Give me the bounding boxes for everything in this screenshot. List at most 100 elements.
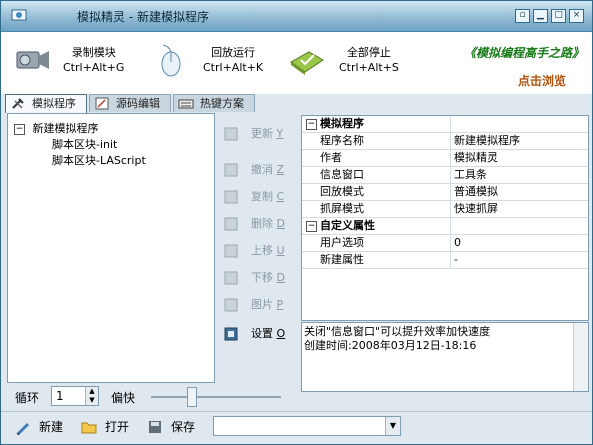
property-key: 新建属性: [320, 252, 451, 268]
record-button[interactable]: 录制模块 Ctrl+Alt+G: [11, 42, 124, 78]
copy-button[interactable]: 复制 C: [221, 188, 295, 206]
stop-shortcut: Ctrl+Alt+S: [339, 61, 399, 74]
info-scrollbar[interactable]: [573, 323, 588, 391]
delete-icon: [224, 217, 238, 231]
image-button[interactable]: 图片 P: [221, 296, 295, 314]
info-line: 创建时间:2008年03月12日-18:16: [304, 339, 477, 352]
script-tree[interactable]: − 新建模拟程序 脚本区块-init 脚本区块-LAScript: [7, 113, 215, 383]
stop-all-button[interactable]: 全部停止 Ctrl+Alt+S: [287, 42, 399, 78]
property-value[interactable]: 普通模拟: [454, 184, 498, 200]
property-key: 回放模式: [320, 184, 451, 200]
property-row[interactable]: 回放模式 普通模拟: [302, 184, 588, 201]
app-icon: [11, 9, 27, 21]
move-up-label: 上移: [251, 244, 273, 257]
property-category[interactable]: − 模拟程序: [302, 116, 588, 133]
move-down-button[interactable]: 下移 D: [221, 269, 295, 287]
update-icon: [224, 127, 238, 141]
property-category[interactable]: − 自定义属性: [302, 218, 588, 235]
tree-root[interactable]: − 新建模拟程序: [14, 120, 99, 136]
tab-source-edit[interactable]: 源码编辑: [89, 94, 171, 112]
new-button[interactable]: 新建: [15, 418, 63, 435]
property-value[interactable]: 0: [454, 235, 461, 251]
property-value[interactable]: -: [454, 252, 458, 268]
property-row[interactable]: 新建属性 -: [302, 252, 588, 269]
folder-icon: [81, 422, 97, 433]
loop-count-stepper[interactable]: 1 ▲ ▼: [51, 386, 99, 406]
save-icon: [149, 420, 161, 433]
property-value[interactable]: 快速抓屏: [454, 201, 498, 217]
spinner-icon[interactable]: ▲ ▼: [85, 387, 98, 405]
undo-hotkey: Z: [276, 163, 285, 176]
image-hotkey: P: [276, 298, 284, 311]
tree-item-label: 脚本区块-init: [52, 138, 118, 151]
property-row[interactable]: 信息窗口 工具条: [302, 167, 588, 184]
maximize-button[interactable]: □: [551, 9, 566, 23]
collapse-icon[interactable]: −: [14, 123, 25, 135]
new-label: 新建: [39, 420, 64, 434]
property-row[interactable]: 作者 模拟精灵: [302, 150, 588, 167]
save-button[interactable]: 保存: [147, 418, 195, 435]
undo-button[interactable]: 撤消 Z: [221, 161, 295, 179]
keyboard-icon: [178, 99, 194, 109]
close-button[interactable]: ×: [569, 9, 584, 23]
banner-title: 《模拟编程高手之路》: [463, 46, 584, 60]
move-up-button[interactable]: 上移 U: [221, 242, 295, 260]
property-value[interactable]: 新建模拟程序: [454, 133, 520, 149]
update-button[interactable]: 更新 Y: [221, 125, 295, 143]
move-up-hotkey: U: [276, 244, 285, 257]
property-row[interactable]: 程序名称 新建模拟程序: [302, 133, 588, 150]
speed-slider[interactable]: [151, 396, 281, 398]
settings-hotkey: O: [276, 327, 286, 340]
property-key: 信息窗口: [320, 167, 451, 183]
record-label: 录制模块: [71, 46, 116, 59]
promo-banner[interactable]: 《模拟编程高手之路》 点击浏览: [434, 42, 584, 92]
title-bar[interactable]: 模拟精灵 - 新建模拟程序 ▫ ▁ □ ×: [1, 1, 592, 32]
save-label: 保存: [171, 420, 196, 434]
collapse-icon[interactable]: −: [306, 119, 317, 130]
tree-item-lascript[interactable]: 脚本区块-LAScript: [52, 152, 146, 168]
speed-slider-thumb[interactable]: [187, 387, 197, 407]
copy-label: 复制: [251, 190, 273, 203]
loop-controls: 循环 1 ▲ ▼ 偏快: [1, 384, 301, 410]
copy-icon: [224, 190, 238, 204]
window-title: 模拟精灵 - 新建模拟程序: [77, 10, 209, 24]
replay-button[interactable]: 回放运行 Ctrl+Alt+K: [151, 42, 263, 78]
chevron-down-icon[interactable]: ▼: [385, 417, 400, 435]
stop-label: 全部停止: [346, 46, 391, 59]
restore-button[interactable]: ▫: [515, 9, 530, 23]
tree-root-label: 新建模拟程序: [32, 122, 99, 135]
record-shortcut: Ctrl+Alt+G: [63, 61, 125, 74]
speed-label: 偏快: [111, 391, 136, 405]
property-value[interactable]: 模拟精灵: [454, 150, 498, 166]
property-row[interactable]: 抓屏模式 快速抓屏: [302, 201, 588, 218]
folder-check-icon: [290, 51, 324, 75]
collapse-icon[interactable]: −: [306, 221, 317, 232]
delete-hotkey: D: [276, 217, 285, 230]
property-grid[interactable]: − 模拟程序 程序名称 新建模拟程序 作者 模拟精灵 信息窗口 工具条 回放模式…: [301, 115, 589, 321]
property-value[interactable]: 工具条: [454, 167, 487, 183]
property-key: 程序名称: [320, 133, 451, 149]
move-down-label: 下移: [251, 271, 273, 284]
script-select[interactable]: ▼: [213, 416, 401, 436]
tab-hotkey-scheme[interactable]: 热键方案: [173, 94, 255, 112]
property-key: 用户选项: [320, 235, 451, 251]
info-panel: 关闭"信息窗口"可以提升效率加快速度 创建时间:2008年03月12日-18:1…: [301, 322, 589, 392]
category-label: 自定义属性: [320, 218, 451, 234]
copy-hotkey: C: [276, 190, 285, 203]
tree-item-init[interactable]: 脚本区块-init: [52, 136, 117, 152]
banner-link[interactable]: 点击浏览: [508, 70, 576, 91]
undo-label: 撤消: [251, 163, 273, 176]
image-label: 图片: [251, 298, 273, 311]
camcorder-icon: [16, 51, 49, 69]
tab-simulation-program[interactable]: 模拟程序: [5, 94, 87, 113]
undo-icon: [224, 163, 238, 177]
open-button[interactable]: 打开: [81, 418, 129, 435]
tree-item-label: 脚本区块-LAScript: [52, 154, 146, 167]
property-key: 作者: [320, 150, 451, 166]
settings-button[interactable]: 设置 O: [221, 325, 295, 343]
minimize-button[interactable]: ▁: [533, 9, 548, 23]
property-row[interactable]: 用户选项 0: [302, 235, 588, 252]
delete-label: 删除: [251, 217, 273, 230]
delete-button[interactable]: 删除 D: [221, 215, 295, 233]
main-window: 模拟精灵 - 新建模拟程序 ▫ ▁ □ × 录制模块 Ctrl+Alt+G 回放…: [0, 0, 593, 445]
